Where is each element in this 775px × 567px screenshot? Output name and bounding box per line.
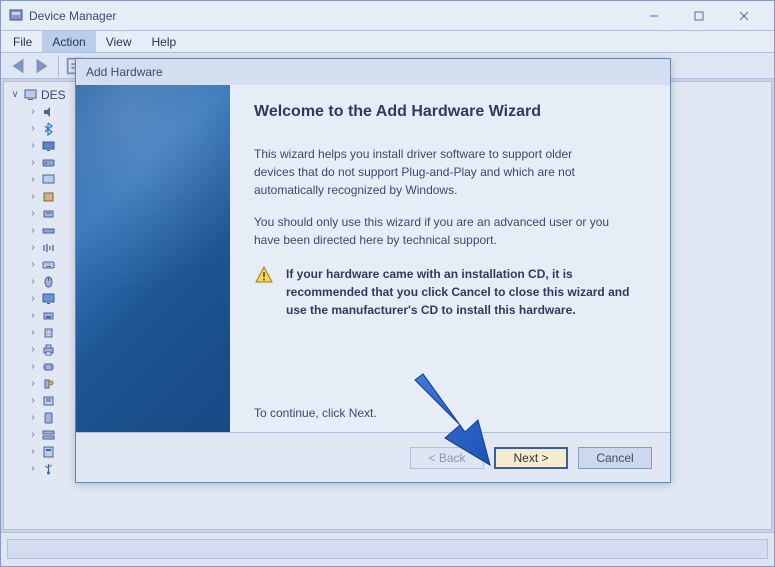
wizard-continue-text: To continue, click Next.	[254, 406, 377, 420]
expand-icon[interactable]: ›	[28, 225, 38, 236]
dialog-body: Welcome to the Add Hardware Wizard This …	[76, 85, 670, 432]
expand-icon[interactable]: ›	[28, 123, 38, 134]
wizard-warning-text: If your hardware came with an installati…	[286, 265, 636, 319]
expand-icon[interactable]: ›	[28, 174, 38, 185]
expand-icon[interactable]: ›	[28, 412, 38, 423]
minimize-button[interactable]	[631, 2, 676, 30]
printer-icon	[41, 343, 56, 357]
next-button[interactable]: Next >	[494, 447, 568, 469]
expand-icon[interactable]: ›	[28, 157, 38, 168]
statusbar-panel	[7, 539, 768, 559]
menu-help[interactable]: Help	[142, 31, 187, 52]
expand-icon[interactable]: ›	[28, 276, 38, 287]
firmware-icon	[41, 190, 56, 204]
collapse-icon[interactable]: ∨	[10, 89, 20, 100]
expand-icon[interactable]: ›	[28, 310, 38, 321]
dialog-title-text: Add Hardware	[86, 65, 163, 79]
usb-icon	[41, 462, 56, 476]
expand-icon[interactable]: ›	[28, 140, 38, 151]
statusbar	[1, 532, 774, 566]
sound-icon	[41, 411, 56, 425]
expand-icon[interactable]: ›	[28, 463, 38, 474]
monitor-icon	[41, 292, 56, 306]
wizard-heading: Welcome to the Add Hardware Wizard	[254, 103, 646, 121]
expand-icon[interactable]: ›	[28, 378, 38, 389]
wizard-warning: If your hardware came with an installati…	[254, 265, 646, 319]
computer-icon	[41, 139, 56, 153]
expand-icon[interactable]: ›	[28, 344, 38, 355]
wizard-paragraph-2: You should only use this wizard if you a…	[254, 213, 614, 249]
titlebar[interactable]: Device Manager	[1, 1, 774, 31]
ata-icon	[41, 224, 56, 238]
dialog-footer: < Back Next > Cancel	[76, 432, 670, 482]
computer-icon	[23, 88, 38, 102]
expand-icon[interactable]: ›	[28, 429, 38, 440]
expand-icon[interactable]: ›	[28, 395, 38, 406]
display-icon	[41, 173, 56, 187]
expand-icon[interactable]: ›	[28, 361, 38, 372]
wizard-sidebar-graphic	[76, 85, 230, 432]
expand-icon[interactable]: ›	[28, 293, 38, 304]
bluetooth-icon	[41, 122, 56, 136]
close-button[interactable]	[721, 2, 766, 30]
toolbar-separator	[58, 55, 59, 77]
add-hardware-dialog: Add Hardware Welcome to the Add Hardware…	[75, 58, 671, 483]
expand-icon[interactable]: ›	[28, 208, 38, 219]
window-title: Device Manager	[29, 9, 631, 23]
cancel-button[interactable]: Cancel	[578, 447, 652, 469]
imaging-icon	[41, 241, 56, 255]
tree-root-label: DES	[41, 88, 66, 102]
mouse-icon	[41, 275, 56, 289]
maximize-button[interactable]	[676, 2, 721, 30]
storage-icon	[41, 428, 56, 442]
port-icon	[41, 326, 56, 340]
menu-view[interactable]: View	[96, 31, 142, 52]
expand-icon[interactable]: ›	[28, 327, 38, 338]
software-icon	[41, 394, 56, 408]
expand-icon[interactable]: ›	[28, 446, 38, 457]
back-button[interactable]	[7, 55, 29, 77]
disk-icon	[41, 156, 56, 170]
expand-icon[interactable]: ›	[28, 106, 38, 117]
warning-icon	[254, 265, 274, 319]
expand-icon[interactable]: ›	[28, 191, 38, 202]
processor-icon	[41, 360, 56, 374]
menu-file[interactable]: File	[3, 31, 42, 52]
menubar: File Action View Help	[1, 31, 774, 53]
expand-icon[interactable]: ›	[28, 259, 38, 270]
back-button: < Back	[410, 447, 484, 469]
app-icon	[9, 9, 23, 23]
menu-action[interactable]: Action	[42, 31, 95, 52]
system-icon	[41, 445, 56, 459]
expand-icon[interactable]: ›	[28, 242, 38, 253]
network-icon	[41, 309, 56, 323]
forward-button[interactable]	[31, 55, 53, 77]
hid-icon	[41, 207, 56, 221]
security-icon	[41, 377, 56, 391]
wizard-content: Welcome to the Add Hardware Wizard This …	[230, 85, 670, 432]
dialog-titlebar[interactable]: Add Hardware	[76, 59, 670, 85]
wizard-paragraph-1: This wizard helps you install driver sof…	[254, 145, 614, 199]
keyboard-icon	[41, 258, 56, 272]
audio-icon	[41, 105, 56, 119]
